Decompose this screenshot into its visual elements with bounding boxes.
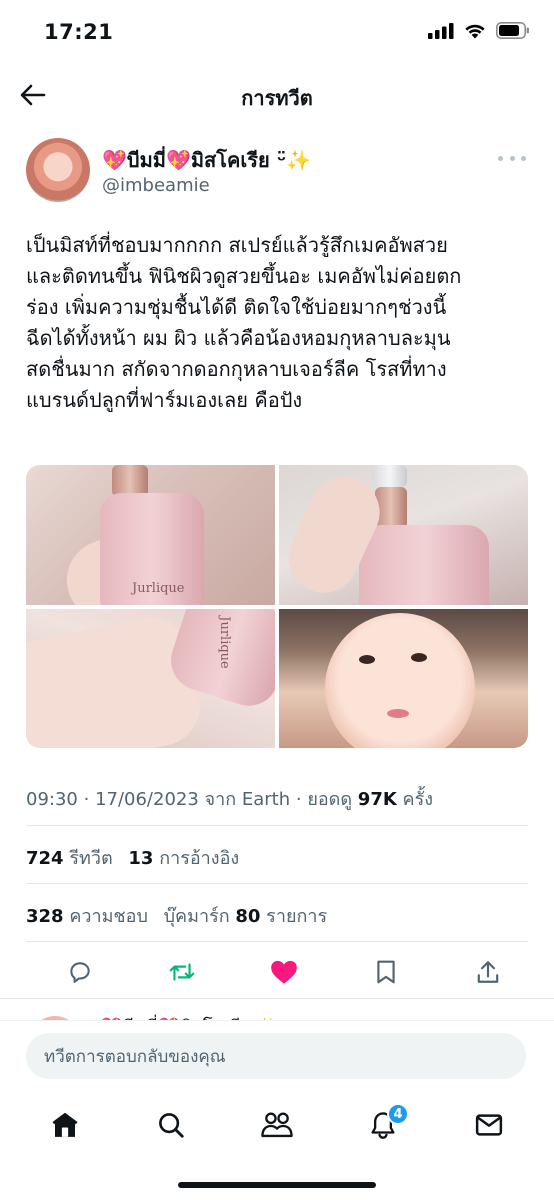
retweets-label: รีทวีต (69, 848, 113, 869)
eye-shape (359, 654, 375, 664)
lips-shape (387, 708, 409, 718)
retweet-icon (169, 963, 195, 981)
share-button[interactable] (472, 956, 504, 988)
tab-messages[interactable] (469, 1105, 509, 1145)
tweet-date: 17/06/2023 (95, 789, 199, 810)
home-indicator (178, 1182, 376, 1188)
divider (26, 941, 528, 942)
notifications-badge: 4 (387, 1103, 409, 1125)
bookmark-icon (377, 960, 395, 984)
stats-row-likes: 328 ความชอบ บุ๊คมาร์ก 80 รายการ (26, 901, 530, 930)
bookmarks-stat[interactable]: บุ๊คมาร์ก 80 รายการ (164, 906, 328, 927)
reply-icon (70, 962, 90, 983)
bottle-brand-text: Jurlique (216, 615, 232, 669)
reply-input[interactable]: ทวีตการตอบกลับของคุณ (26, 1033, 526, 1079)
divider (26, 825, 528, 826)
display-name[interactable]: 💖บีมมี่💖มิสโคเรีย ᵕ̈✨ (102, 144, 311, 176)
divider (0, 998, 554, 999)
divider (26, 883, 528, 884)
likes-stat[interactable]: 328 ความชอบ (26, 906, 154, 927)
quotes-count: 13 (128, 848, 154, 869)
media-image-1[interactable]: Jurlique (26, 465, 275, 605)
nav-bar: การทวีต (0, 66, 554, 124)
like-icon (271, 960, 297, 984)
tweet-source[interactable]: Earth (242, 789, 290, 810)
communities-icon (261, 1112, 293, 1138)
tweet-text: เป็นมิสท์ที่ชอบมากกกก สเปรย์แล้วรู้สึกเม… (26, 233, 462, 412)
bookmarks-count: 80 (235, 906, 261, 927)
tweet-action-bar (26, 950, 530, 994)
media-image-2[interactable] (279, 465, 528, 605)
page-title: การทวีต (241, 86, 313, 110)
retweet-button[interactable] (166, 956, 198, 988)
media-grid[interactable]: Jurlique Jurlique (26, 465, 528, 748)
cellular-signal-icon (428, 22, 454, 39)
reply-button[interactable] (64, 956, 96, 988)
wifi-icon (465, 24, 485, 38)
battery-icon (496, 22, 529, 39)
bottom-tab-bar: 4 (0, 1090, 554, 1160)
views-label: ยอดดู (307, 789, 353, 810)
tweet-source-prefix: จาก (204, 789, 237, 810)
tab-search[interactable] (151, 1105, 191, 1145)
tab-communities[interactable] (257, 1105, 297, 1145)
bookmarks-prefix: บุ๊คมาร์ก (163, 906, 230, 927)
tab-notifications[interactable]: 4 (363, 1103, 409, 1145)
bottle-neck (375, 487, 407, 529)
likes-count: 328 (26, 906, 64, 927)
retweets-stat[interactable]: 724 รีทวีต (26, 848, 118, 869)
more-icon[interactable] (498, 152, 526, 164)
bottle-brand-text: Jurlique (132, 581, 185, 596)
search-icon (159, 1113, 184, 1138)
views-suffix: ครั้ง (402, 789, 434, 810)
bookmarks-suffix: รายการ (266, 906, 328, 927)
status-time: 17:21 (44, 20, 114, 44)
sprayer-cap (373, 465, 407, 487)
quotes-stat[interactable]: 13 การอ้างอิง (128, 848, 239, 869)
tweet-time: 09:30 (26, 789, 78, 810)
views-count: 97K (357, 789, 397, 810)
tab-home[interactable] (45, 1105, 85, 1145)
messages-icon (475, 1114, 503, 1136)
media-image-3[interactable]: Jurlique (26, 608, 275, 748)
stats-row-reposts: 724 รีทวีต 13 การอ้างอิง (26, 843, 530, 872)
eye-shape (411, 652, 427, 662)
bottle-shape (359, 525, 489, 605)
media-image-4[interactable] (279, 608, 528, 748)
retweets-count: 724 (26, 848, 64, 869)
reply-composer: ทวีตการตอบกลับของคุณ (0, 1020, 554, 1090)
avatar[interactable] (26, 138, 90, 202)
bookmark-button[interactable] (370, 956, 402, 988)
quotes-label: การอ้างอิง (159, 848, 240, 869)
user-handle[interactable]: @imbeamie (102, 175, 210, 196)
share-icon (477, 961, 499, 983)
home-icon (52, 1112, 78, 1137)
status-bar: 17:21 (0, 0, 554, 66)
tweet-meta: 09:30 · 17/06/2023 จาก Earth · ยอดดู 97K… (26, 789, 434, 810)
likes-label: ความชอบ (69, 906, 148, 927)
like-button[interactable] (268, 956, 300, 988)
face-shape (325, 612, 475, 748)
status-icons (428, 22, 530, 39)
tweet-header: 💖บีมมี่💖มิสโคเรีย ᵕ̈✨ @imbeamie (26, 138, 530, 206)
